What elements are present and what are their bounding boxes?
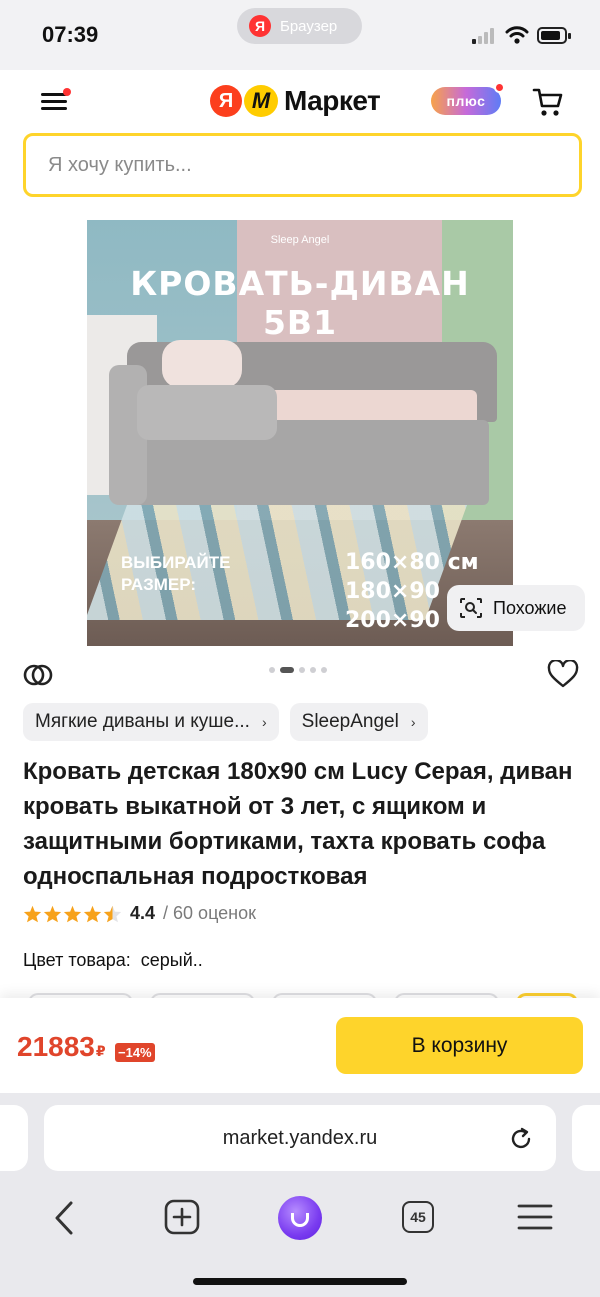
discount-badge: −14% <box>115 1043 155 1062</box>
star-half-icon <box>103 905 122 922</box>
star-icon <box>43 905 62 922</box>
cellular-signal-icon <box>472 28 494 44</box>
tabs-counter-button[interactable]: 45 <box>402 1201 434 1233</box>
compare-icon[interactable] <box>23 660 53 690</box>
image-brand-text: Sleep Angel <box>270 234 330 246</box>
rating-value: 4.4 <box>130 903 156 923</box>
gallery-dot[interactable] <box>310 667 316 673</box>
price-value: 21883 <box>17 1031 95 1062</box>
image-promo-title: КРОВАТЬ-ДИВАН 5В1 <box>130 264 470 342</box>
gallery-dot[interactable] <box>299 667 305 673</box>
breadcrumb-chip-brand[interactable]: SleepAngel › <box>289 703 428 741</box>
yandex-browser-icon: Я <box>249 15 271 37</box>
address-bar[interactable]: market.yandex.ru <box>44 1105 556 1171</box>
product-title: Кровать детская 180х90 см Lucy Серая, ди… <box>23 758 573 890</box>
previous-tab-preview[interactable] <box>0 1105 28 1171</box>
hamburger-menu-icon[interactable] <box>517 1203 553 1231</box>
logo-text: Маркет <box>284 85 381 116</box>
product-photo[interactable]: Sleep Angel КРОВАТЬ-ДИВАН 5В1 ВЫБИРАЙТЕ … <box>87 220 513 646</box>
add-to-cart-button[interactable]: В корзину <box>336 1017 583 1074</box>
status-time: 07:39 <box>42 22 99 47</box>
color-selector-label: Цвет товара: серый.. <box>23 950 203 971</box>
search-input[interactable] <box>48 150 548 180</box>
similar-button[interactable]: Похожие <box>447 585 585 631</box>
image-size-item: 160×80 см <box>345 550 479 575</box>
home-indicator[interactable] <box>193 1278 407 1285</box>
breadcrumb-chip-label: Мягкие диваны и куше... <box>35 711 250 732</box>
back-arrow-icon[interactable] <box>52 1200 76 1236</box>
currency-symbol: ₽ <box>95 1043 106 1059</box>
browser-nav-bar: 45 <box>0 1196 600 1244</box>
reload-icon[interactable] <box>509 1127 533 1151</box>
logo-ya-circle: Я <box>210 85 242 117</box>
product-rating[interactable]: 4.4 / 60 оценок <box>23 903 256 924</box>
gallery-dot[interactable] <box>269 667 275 673</box>
color-value: серый.. <box>140 950 203 970</box>
chevron-right-icon: › <box>410 714 416 730</box>
new-tab-plus-icon[interactable] <box>164 1199 200 1235</box>
battery-icon <box>537 27 571 44</box>
image-search-icon <box>460 598 482 618</box>
chevron-right-icon: › <box>261 714 267 730</box>
buy-bar: 21883₽ −14% В корзину <box>0 998 600 1093</box>
star-icon <box>63 905 82 922</box>
status-bar: 07:39 Я Браузер <box>0 0 600 70</box>
image-size-label: ВЫБИРАЙТЕ РАЗМЕР: <box>121 553 231 594</box>
logo-m-circle: М <box>244 85 278 117</box>
browser-pill-label: Браузер <box>280 17 338 35</box>
back-to-browser-pill[interactable]: Я Браузер <box>237 8 362 44</box>
market-header: Я М Маркет плюс <box>0 70 600 220</box>
menu-icon[interactable] <box>41 88 71 113</box>
plus-label: плюс <box>446 93 486 109</box>
url-text: market.yandex.ru <box>222 1127 378 1149</box>
breadcrumb-chip-label: SleepAngel <box>301 711 399 732</box>
menu-notification-dot <box>63 88 71 96</box>
star-icon <box>83 905 102 922</box>
color-label: Цвет товара: <box>23 950 131 970</box>
gallery-pagination <box>269 667 327 673</box>
star-icon <box>23 905 42 922</box>
rating-count: / 60 оценок <box>163 903 257 923</box>
plus-notification-dot <box>494 82 505 93</box>
wifi-icon <box>505 26 529 44</box>
browser-toolbar: market.yandex.ru 45 <box>0 1093 600 1297</box>
next-tab-preview[interactable] <box>572 1105 600 1171</box>
cart-icon[interactable] <box>532 87 564 117</box>
product-action-row <box>0 646 600 698</box>
similar-button-label: Похожие <box>493 597 567 618</box>
product-gallery[interactable]: Sleep Angel КРОВАТЬ-ДИВАН 5В1 ВЫБИРАЙТЕ … <box>0 220 600 646</box>
alice-assistant-icon[interactable] <box>278 1196 322 1240</box>
rating-stars <box>23 905 122 923</box>
breadcrumb-chip-category[interactable]: Мягкие диваны и куше... › <box>23 703 279 741</box>
favorite-heart-icon[interactable] <box>547 660 579 688</box>
plus-badge[interactable]: плюс <box>431 82 505 115</box>
gallery-dot[interactable] <box>321 667 327 673</box>
breadcrumb: Мягкие диваны и куше... › SleepAngel › <box>23 703 428 741</box>
price: 21883₽ <box>17 1031 106 1063</box>
yandex-market-logo[interactable]: Я М Маркет <box>210 84 381 118</box>
gallery-dot-active[interactable] <box>280 667 294 673</box>
search-box[interactable] <box>23 133 582 197</box>
